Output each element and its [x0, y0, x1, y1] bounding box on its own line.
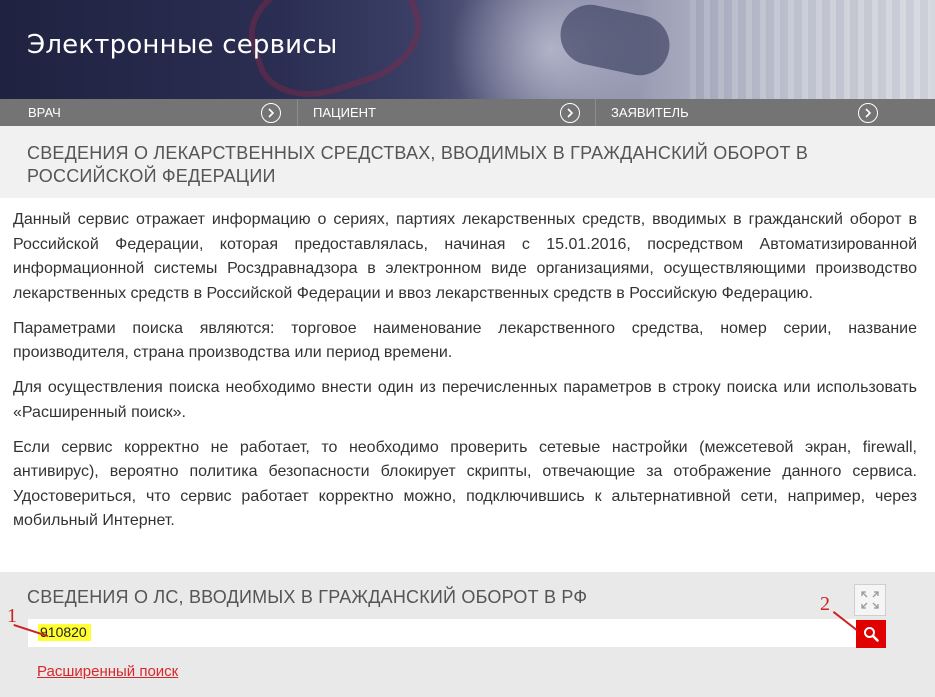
- search-input[interactable]: 910820: [28, 619, 856, 647]
- description-paragraph: Данный сервис отражает информацию о сери…: [13, 211, 917, 302]
- annotation-marker-2: 2: [820, 593, 830, 615]
- nav-item-applicant[interactable]: ЗАЯВИТЕЛЬ: [596, 99, 935, 126]
- header-banner: Электронные сервисы: [0, 0, 935, 99]
- section-header: СВЕДЕНИЯ О ЛЕКАРСТВЕННЫХ СРЕДСТВАХ, ВВОД…: [0, 126, 935, 198]
- section-title: СВЕДЕНИЯ О ЛЕКАРСТВЕННЫХ СРЕДСТВАХ, ВВОД…: [27, 143, 809, 186]
- search-panel: СВЕДЕНИЯ О ЛС, ВВОДИМЫХ В ГРАЖДАНСКИЙ ОБ…: [0, 572, 935, 697]
- search-panel-title: СВЕДЕНИЯ О ЛС, ВВОДИМЫХ В ГРАЖДАНСКИЙ ОБ…: [27, 587, 588, 607]
- search-button[interactable]: [856, 620, 886, 648]
- advanced-search-link[interactable]: Расширенный поиск: [37, 663, 178, 680]
- service-description: Данный сервис отражает информацию о сери…: [13, 208, 917, 544]
- expand-icon: [861, 591, 879, 609]
- search-input-value[interactable]: 910820: [38, 624, 91, 641]
- nav-item-label: ПАЦИЕНТ: [313, 105, 376, 120]
- chevron-right-circle-icon[interactable]: [560, 103, 580, 123]
- expand-button[interactable]: [854, 584, 886, 616]
- nav-item-doctor[interactable]: ВРАЧ: [0, 99, 298, 126]
- nav-item-patient[interactable]: ПАЦИЕНТ: [298, 99, 596, 126]
- description-paragraph: Если сервис корректно не работает, то не…: [13, 438, 917, 530]
- search-icon: [864, 627, 879, 642]
- chevron-right-circle-icon[interactable]: [858, 103, 878, 123]
- banner-stripes: [690, 0, 930, 99]
- chevron-right-circle-icon[interactable]: [261, 103, 281, 123]
- description-paragraph: Для осуществления поиска необходимо внес…: [13, 379, 917, 421]
- description-paragraph: Параметрами поиска являются: торговое на…: [13, 319, 917, 362]
- page-title: Электронные сервисы: [27, 30, 338, 60]
- nav-item-label: ЗАЯВИТЕЛЬ: [611, 105, 689, 120]
- nav-item-label: ВРАЧ: [28, 105, 61, 120]
- top-nav: ВРАЧ ПАЦИЕНТ ЗАЯВИТЕЛЬ: [0, 99, 935, 126]
